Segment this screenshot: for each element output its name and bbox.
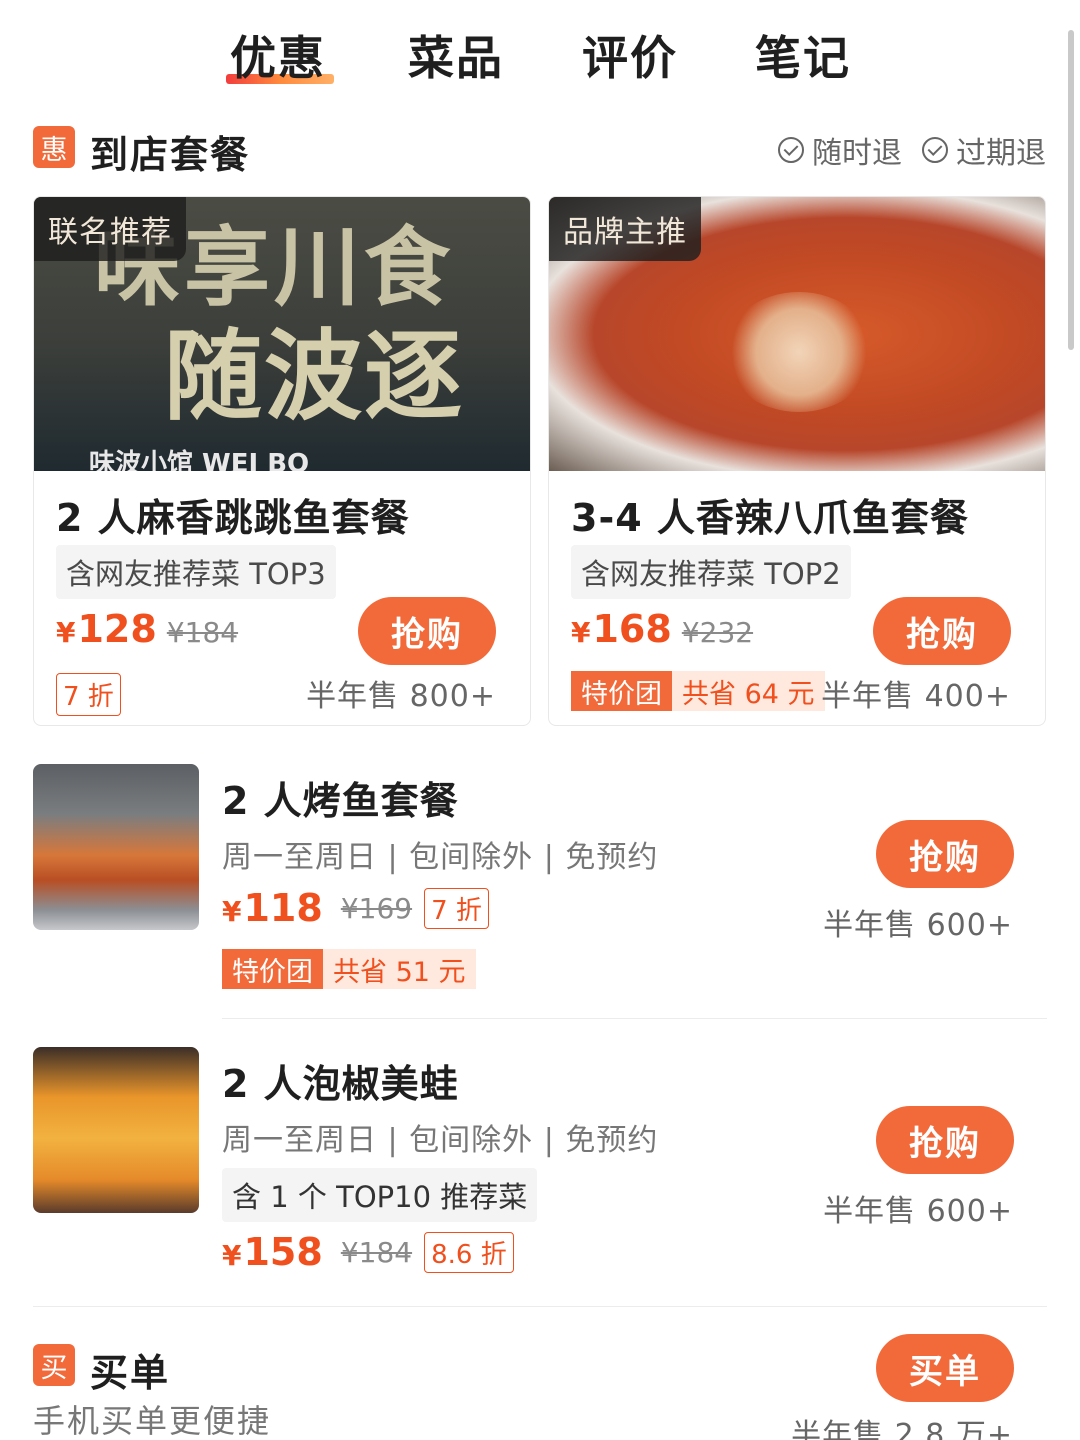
item-usage-info: 周一至周日 | 包间除外 | 免预约 bbox=[222, 840, 659, 875]
saved-label: 共省 64 元 bbox=[672, 671, 825, 711]
sales-count: 半年售 800+ bbox=[306, 679, 496, 714]
sales-count: 半年售 600+ bbox=[823, 908, 1013, 943]
tab-bar: 优惠 菜品 评价 笔记 bbox=[0, 22, 1080, 92]
original-price: ¥232 bbox=[681, 616, 754, 649]
divider bbox=[33, 1306, 1047, 1307]
tab-dishes[interactable]: 菜品 bbox=[408, 22, 504, 88]
deal-image: 品牌主推 bbox=[549, 197, 1045, 471]
image-text: 味波小馆 WEI BO bbox=[89, 449, 310, 471]
scrollbar[interactable] bbox=[1068, 30, 1074, 350]
recommend-chip: 含网友推荐菜 TOP3 bbox=[56, 545, 336, 599]
price-row: ¥118 ¥169 7 折 bbox=[222, 886, 489, 930]
original-price: ¥169 bbox=[340, 891, 413, 925]
refund-expired: 过期退 bbox=[922, 128, 1046, 172]
pay-bill-title: 买单 bbox=[90, 1351, 171, 1395]
price-row: ¥168 ¥232 bbox=[571, 607, 753, 651]
grilled-fish-image[interactable] bbox=[33, 764, 199, 930]
sales-count: 半年售 400+ bbox=[821, 679, 1011, 714]
check-circle-icon bbox=[922, 137, 948, 163]
original-price: ¥184 bbox=[340, 1235, 413, 1269]
deal-price: ¥158 bbox=[222, 1230, 323, 1274]
sales-count: 半年售 2.8 万+ bbox=[791, 1418, 1013, 1440]
deal-title: 3-4 人香辣八爪鱼套餐 bbox=[571, 496, 969, 540]
original-price: ¥184 bbox=[166, 616, 239, 649]
section-title: 到店套餐 bbox=[90, 133, 251, 177]
buy-button[interactable]: 抢购 bbox=[358, 597, 496, 665]
price-row: ¥158 ¥184 8.6 折 bbox=[222, 1230, 514, 1274]
discount-badge: 7 折 bbox=[424, 887, 489, 929]
deal-badge-icon: 惠 bbox=[33, 126, 75, 168]
sales-count: 半年售 600+ bbox=[823, 1194, 1013, 1229]
recommend-chip: 含 1 个 TOP10 推荐菜 bbox=[222, 1168, 538, 1222]
deal-card[interactable]: 品牌主推 3-4 人香辣八爪鱼套餐 含网友推荐菜 TOP2 ¥168 ¥232 … bbox=[548, 196, 1046, 726]
deal-tag: 联名推荐 bbox=[34, 197, 186, 261]
saved-label: 共省 51 元 bbox=[323, 949, 476, 989]
special-label: 特价团 bbox=[222, 949, 323, 989]
price-row: ¥128 ¥184 bbox=[56, 607, 238, 651]
refund-anytime: 随时退 bbox=[778, 128, 902, 172]
special-group-badge: 特价团 共省 51 元 bbox=[222, 949, 476, 989]
tab-offers[interactable]: 优惠 bbox=[230, 22, 326, 88]
item-usage-info: 周一至周日 | 包间除外 | 免预约 bbox=[222, 1123, 659, 1158]
recommend-chip: 含网友推荐菜 TOP2 bbox=[571, 545, 851, 599]
buy-button[interactable]: 抢购 bbox=[873, 597, 1011, 665]
check-circle-icon bbox=[778, 137, 804, 163]
discount-badge: 8.6 折 bbox=[424, 1231, 514, 1273]
item-title: 2 人烤鱼套餐 bbox=[222, 779, 459, 823]
deal-title: 2 人麻香跳跳鱼套餐 bbox=[56, 496, 410, 540]
deal-price: ¥168 bbox=[571, 607, 672, 651]
pay-bill-badge-icon: 买 bbox=[33, 1344, 75, 1386]
deal-price: ¥118 bbox=[222, 886, 323, 930]
special-label: 特价团 bbox=[571, 671, 672, 711]
tab-notes[interactable]: 笔记 bbox=[755, 22, 851, 88]
item-title: 2 人泡椒美蛙 bbox=[222, 1062, 459, 1106]
tab-reviews[interactable]: 评价 bbox=[582, 22, 678, 88]
buy-button[interactable]: 抢购 bbox=[876, 1106, 1014, 1174]
pay-bill-button[interactable]: 买单 bbox=[876, 1334, 1014, 1402]
special-group-badge: 特价团 共省 64 元 bbox=[571, 671, 825, 711]
refund-anytime-label: 随时退 bbox=[812, 136, 902, 171]
octopus-dish-image bbox=[724, 292, 874, 412]
deal-image: 味享川食 随波逐香 味波小馆 WEI BO 联名推荐 bbox=[34, 197, 530, 471]
buy-button[interactable]: 抢购 bbox=[876, 820, 1014, 888]
pay-bill-subtitle: 手机买单更便捷 bbox=[33, 1402, 272, 1440]
refund-expired-label: 过期退 bbox=[956, 136, 1046, 171]
deal-tag: 品牌主推 bbox=[549, 197, 701, 261]
deal-card[interactable]: 味享川食 随波逐香 味波小馆 WEI BO 联名推荐 2 人麻香跳跳鱼套餐 含网… bbox=[33, 196, 531, 726]
discount-badge: 7 折 bbox=[56, 673, 121, 716]
deal-price: ¥128 bbox=[56, 607, 157, 651]
divider bbox=[222, 1018, 1047, 1019]
frog-dish-image[interactable] bbox=[33, 1047, 199, 1213]
